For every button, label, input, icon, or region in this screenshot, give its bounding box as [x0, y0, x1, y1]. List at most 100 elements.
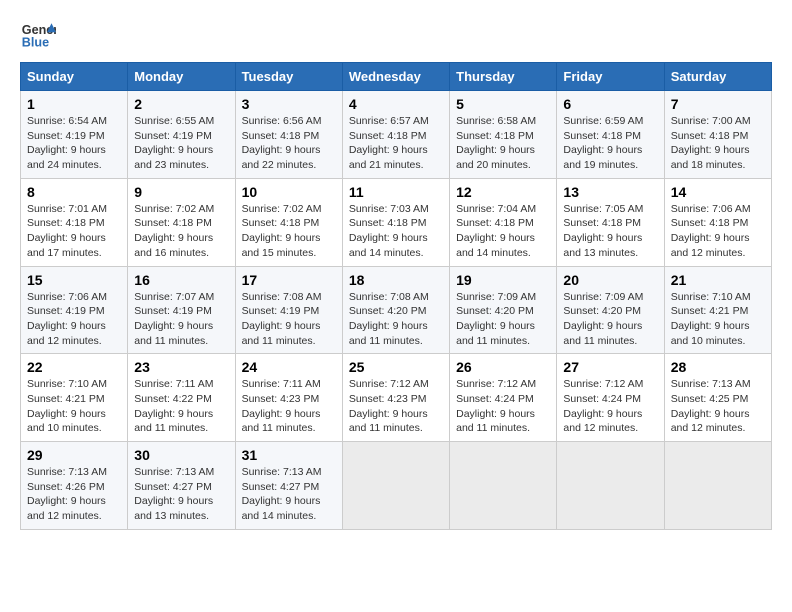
calendar-week-4: 22 Sunrise: 7:10 AMSunset: 4:21 PMDaylig… — [21, 354, 772, 442]
logo-icon: General Blue — [20, 16, 56, 52]
calendar-cell: 5 Sunrise: 6:58 AMSunset: 4:18 PMDayligh… — [450, 91, 557, 179]
svg-text:Blue: Blue — [22, 36, 49, 50]
calendar-cell: 24 Sunrise: 7:11 AMSunset: 4:23 PMDaylig… — [235, 354, 342, 442]
calendar-cell — [557, 442, 664, 530]
calendar-cell: 30 Sunrise: 7:13 AMSunset: 4:27 PMDaylig… — [128, 442, 235, 530]
day-detail: Sunrise: 6:59 AMSunset: 4:18 PMDaylight:… — [563, 115, 643, 171]
calendar-header-row: SundayMondayTuesdayWednesdayThursdayFrid… — [21, 63, 772, 91]
day-number: 3 — [242, 96, 336, 112]
col-header-monday: Monday — [128, 63, 235, 91]
day-detail: Sunrise: 7:04 AMSunset: 4:18 PMDaylight:… — [456, 203, 536, 259]
day-detail: Sunrise: 7:13 AMSunset: 4:27 PMDaylight:… — [242, 466, 322, 522]
calendar-cell: 3 Sunrise: 6:56 AMSunset: 4:18 PMDayligh… — [235, 91, 342, 179]
day-detail: Sunrise: 7:12 AMSunset: 4:24 PMDaylight:… — [563, 378, 643, 434]
day-detail: Sunrise: 7:02 AMSunset: 4:18 PMDaylight:… — [242, 203, 322, 259]
calendar-week-3: 15 Sunrise: 7:06 AMSunset: 4:19 PMDaylig… — [21, 266, 772, 354]
day-number: 13 — [563, 184, 657, 200]
calendar-cell: 8 Sunrise: 7:01 AMSunset: 4:18 PMDayligh… — [21, 178, 128, 266]
calendar-cell: 25 Sunrise: 7:12 AMSunset: 4:23 PMDaylig… — [342, 354, 449, 442]
day-number: 8 — [27, 184, 121, 200]
day-detail: Sunrise: 7:02 AMSunset: 4:18 PMDaylight:… — [134, 203, 214, 259]
calendar-cell: 21 Sunrise: 7:10 AMSunset: 4:21 PMDaylig… — [664, 266, 771, 354]
day-number: 18 — [349, 272, 443, 288]
calendar-week-2: 8 Sunrise: 7:01 AMSunset: 4:18 PMDayligh… — [21, 178, 772, 266]
day-detail: Sunrise: 7:05 AMSunset: 4:18 PMDaylight:… — [563, 203, 643, 259]
day-detail: Sunrise: 7:00 AMSunset: 4:18 PMDaylight:… — [671, 115, 751, 171]
col-header-sunday: Sunday — [21, 63, 128, 91]
day-detail: Sunrise: 7:09 AMSunset: 4:20 PMDaylight:… — [456, 291, 536, 347]
calendar-cell — [342, 442, 449, 530]
calendar-cell: 10 Sunrise: 7:02 AMSunset: 4:18 PMDaylig… — [235, 178, 342, 266]
calendar-cell: 4 Sunrise: 6:57 AMSunset: 4:18 PMDayligh… — [342, 91, 449, 179]
day-detail: Sunrise: 6:57 AMSunset: 4:18 PMDaylight:… — [349, 115, 429, 171]
day-number: 6 — [563, 96, 657, 112]
day-detail: Sunrise: 7:13 AMSunset: 4:27 PMDaylight:… — [134, 466, 214, 522]
calendar-cell: 12 Sunrise: 7:04 AMSunset: 4:18 PMDaylig… — [450, 178, 557, 266]
day-number: 2 — [134, 96, 228, 112]
calendar-cell: 13 Sunrise: 7:05 AMSunset: 4:18 PMDaylig… — [557, 178, 664, 266]
day-number: 26 — [456, 359, 550, 375]
day-detail: Sunrise: 7:12 AMSunset: 4:23 PMDaylight:… — [349, 378, 429, 434]
calendar-cell: 26 Sunrise: 7:12 AMSunset: 4:24 PMDaylig… — [450, 354, 557, 442]
day-detail: Sunrise: 7:03 AMSunset: 4:18 PMDaylight:… — [349, 203, 429, 259]
calendar-cell: 14 Sunrise: 7:06 AMSunset: 4:18 PMDaylig… — [664, 178, 771, 266]
day-number: 28 — [671, 359, 765, 375]
day-number: 31 — [242, 447, 336, 463]
day-number: 7 — [671, 96, 765, 112]
day-number: 17 — [242, 272, 336, 288]
calendar-cell — [664, 442, 771, 530]
header: General Blue — [20, 16, 772, 52]
calendar-week-1: 1 Sunrise: 6:54 AMSunset: 4:19 PMDayligh… — [21, 91, 772, 179]
day-number: 4 — [349, 96, 443, 112]
day-detail: Sunrise: 7:08 AMSunset: 4:19 PMDaylight:… — [242, 291, 322, 347]
day-number: 14 — [671, 184, 765, 200]
day-number: 24 — [242, 359, 336, 375]
day-detail: Sunrise: 7:12 AMSunset: 4:24 PMDaylight:… — [456, 378, 536, 434]
calendar-cell: 27 Sunrise: 7:12 AMSunset: 4:24 PMDaylig… — [557, 354, 664, 442]
col-header-thursday: Thursday — [450, 63, 557, 91]
day-detail: Sunrise: 7:06 AMSunset: 4:19 PMDaylight:… — [27, 291, 107, 347]
day-detail: Sunrise: 6:58 AMSunset: 4:18 PMDaylight:… — [456, 115, 536, 171]
day-number: 11 — [349, 184, 443, 200]
calendar-cell: 31 Sunrise: 7:13 AMSunset: 4:27 PMDaylig… — [235, 442, 342, 530]
day-detail: Sunrise: 7:06 AMSunset: 4:18 PMDaylight:… — [671, 203, 751, 259]
logo: General Blue — [20, 16, 56, 52]
day-number: 21 — [671, 272, 765, 288]
calendar-cell: 29 Sunrise: 7:13 AMSunset: 4:26 PMDaylig… — [21, 442, 128, 530]
col-header-tuesday: Tuesday — [235, 63, 342, 91]
day-number: 15 — [27, 272, 121, 288]
day-number: 20 — [563, 272, 657, 288]
day-number: 23 — [134, 359, 228, 375]
calendar-cell: 20 Sunrise: 7:09 AMSunset: 4:20 PMDaylig… — [557, 266, 664, 354]
day-detail: Sunrise: 7:08 AMSunset: 4:20 PMDaylight:… — [349, 291, 429, 347]
calendar-cell: 11 Sunrise: 7:03 AMSunset: 4:18 PMDaylig… — [342, 178, 449, 266]
calendar-cell: 9 Sunrise: 7:02 AMSunset: 4:18 PMDayligh… — [128, 178, 235, 266]
calendar-cell: 22 Sunrise: 7:10 AMSunset: 4:21 PMDaylig… — [21, 354, 128, 442]
day-number: 1 — [27, 96, 121, 112]
day-detail: Sunrise: 6:54 AMSunset: 4:19 PMDaylight:… — [27, 115, 107, 171]
calendar-cell: 23 Sunrise: 7:11 AMSunset: 4:22 PMDaylig… — [128, 354, 235, 442]
day-number: 22 — [27, 359, 121, 375]
calendar-cell: 6 Sunrise: 6:59 AMSunset: 4:18 PMDayligh… — [557, 91, 664, 179]
day-number: 9 — [134, 184, 228, 200]
calendar-cell: 28 Sunrise: 7:13 AMSunset: 4:25 PMDaylig… — [664, 354, 771, 442]
calendar-cell: 15 Sunrise: 7:06 AMSunset: 4:19 PMDaylig… — [21, 266, 128, 354]
day-detail: Sunrise: 7:10 AMSunset: 4:21 PMDaylight:… — [671, 291, 751, 347]
day-number: 30 — [134, 447, 228, 463]
col-header-friday: Friday — [557, 63, 664, 91]
day-number: 10 — [242, 184, 336, 200]
calendar-table: SundayMondayTuesdayWednesdayThursdayFrid… — [20, 62, 772, 530]
day-detail: Sunrise: 7:11 AMSunset: 4:22 PMDaylight:… — [134, 378, 213, 434]
calendar-cell: 17 Sunrise: 7:08 AMSunset: 4:19 PMDaylig… — [235, 266, 342, 354]
day-detail: Sunrise: 7:10 AMSunset: 4:21 PMDaylight:… — [27, 378, 107, 434]
day-number: 16 — [134, 272, 228, 288]
calendar-cell: 2 Sunrise: 6:55 AMSunset: 4:19 PMDayligh… — [128, 91, 235, 179]
day-number: 27 — [563, 359, 657, 375]
day-detail: Sunrise: 7:09 AMSunset: 4:20 PMDaylight:… — [563, 291, 643, 347]
col-header-wednesday: Wednesday — [342, 63, 449, 91]
calendar-cell — [450, 442, 557, 530]
day-number: 19 — [456, 272, 550, 288]
day-detail: Sunrise: 7:11 AMSunset: 4:23 PMDaylight:… — [242, 378, 321, 434]
calendar-cell: 1 Sunrise: 6:54 AMSunset: 4:19 PMDayligh… — [21, 91, 128, 179]
calendar-cell: 7 Sunrise: 7:00 AMSunset: 4:18 PMDayligh… — [664, 91, 771, 179]
